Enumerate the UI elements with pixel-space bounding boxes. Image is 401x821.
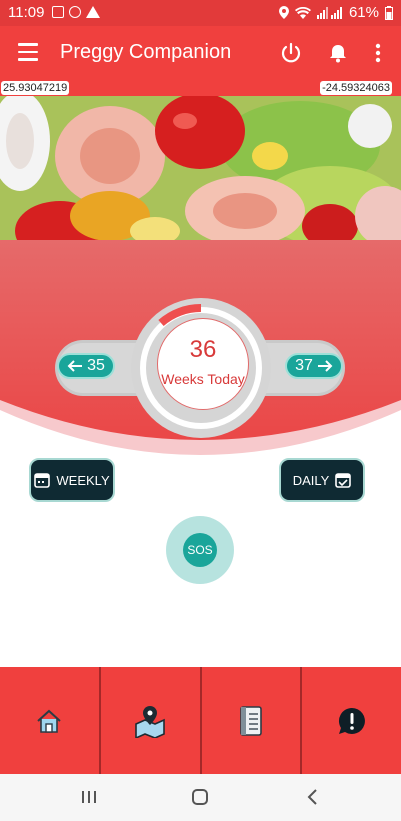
previous-week-button[interactable]: 35 (57, 353, 115, 379)
longitude-label: -24.59324063 (320, 81, 392, 95)
notification-icons (52, 6, 100, 18)
recent-apps-icon[interactable] (80, 788, 98, 806)
map-location-icon (135, 705, 165, 738)
status-bar: 11:09 61% (0, 0, 401, 26)
app-title: Preggy Companion (60, 41, 232, 63)
latitude-label: 25.93047219 (1, 81, 70, 95)
arrow-left-icon (67, 360, 83, 372)
download-icon (69, 6, 81, 18)
nav-tab-home[interactable] (0, 667, 101, 774)
next-week-number: 37 (295, 357, 313, 374)
food-banner-image (0, 96, 401, 240)
nav-tab-journal[interactable] (202, 667, 303, 774)
back-icon[interactable] (304, 788, 322, 806)
next-week-button[interactable]: 37 (285, 353, 343, 379)
calendar-icon (34, 473, 51, 488)
bell-icon[interactable] (323, 38, 353, 68)
home-button-icon[interactable] (191, 788, 209, 806)
home-icon (37, 709, 62, 733)
alert-chat-icon (338, 707, 365, 734)
signal-icon (316, 6, 342, 19)
nav-tab-map[interactable] (101, 667, 202, 774)
weekly-button[interactable]: WEEKLY (29, 458, 115, 502)
current-week-number: 36 (189, 336, 217, 363)
nav-tab-alerts[interactable] (302, 667, 401, 774)
image-icon (52, 6, 64, 18)
battery-icon (385, 5, 393, 20)
daily-label: DAILY (292, 472, 330, 488)
previous-week-number: 35 (87, 357, 105, 374)
warning-icon (86, 6, 100, 18)
current-week-label: Weeks Today (161, 371, 245, 387)
arrow-right-icon (317, 360, 333, 372)
notebook-icon (240, 705, 262, 736)
system-indicators: 61% (278, 4, 393, 21)
sos-label: SOS (183, 533, 217, 567)
calendar-check-icon (335, 473, 352, 488)
daily-button[interactable]: DAILY (279, 458, 365, 502)
wifi-icon (294, 6, 311, 19)
battery-percent: 61% (348, 4, 379, 21)
location-icon (278, 6, 289, 19)
system-navigation-bar (0, 774, 401, 821)
current-week-display: 36 Weeks Today (157, 318, 249, 410)
status-time: 11:09 (8, 4, 45, 21)
app-bar: Preggy Companion (0, 26, 401, 80)
coordinates-strip: 25.93047219 -24.59324063 (0, 80, 401, 96)
sos-button[interactable]: SOS (166, 516, 234, 584)
power-icon[interactable] (276, 38, 306, 68)
weekly-label: WEEKLY (56, 472, 110, 488)
menu-icon[interactable] (18, 43, 38, 61)
more-options-icon[interactable] (363, 38, 393, 68)
bottom-navigation (0, 667, 401, 774)
